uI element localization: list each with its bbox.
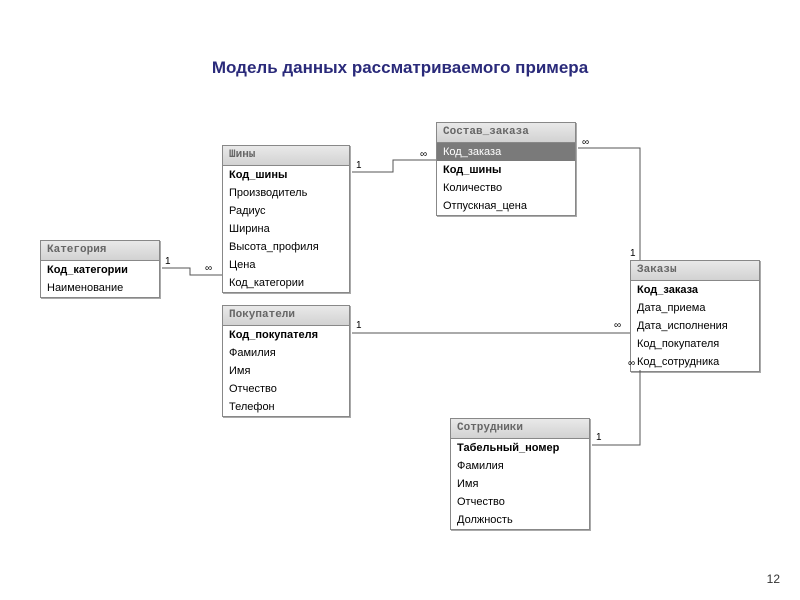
entity-kategoriya[interactable]: Категория Код_категории Наименование — [40, 240, 160, 298]
field-selected: Код_заказа — [437, 143, 575, 161]
entity-body: Код_покупателя Фамилия Имя Отчество Теле… — [222, 326, 350, 417]
field: Отпускная_цена — [437, 197, 575, 215]
entity-header: Категория — [40, 240, 160, 261]
field: Количество — [437, 179, 575, 197]
field-key: Код_шины — [223, 166, 349, 184]
entity-body: Табельный_номер Фамилия Имя Отчество Дол… — [450, 439, 590, 530]
field-key: Табельный_номер — [451, 439, 589, 457]
entity-header: Состав_заказа — [436, 122, 576, 143]
field: Должность — [451, 511, 589, 529]
field-key: Код_покупателя — [223, 326, 349, 344]
field: Дата_приема — [631, 299, 759, 317]
field: Дата_исполнения — [631, 317, 759, 335]
card-label: ∞ — [420, 149, 427, 160]
field: Ширина — [223, 220, 349, 238]
card-label: 1 — [356, 160, 362, 171]
er-diagram-canvas: Категория Код_категории Наименование Шин… — [0, 0, 800, 600]
card-label: ∞ — [582, 137, 589, 148]
card-label: 1 — [356, 320, 362, 331]
field-key: Код_заказа — [631, 281, 759, 299]
entity-sotrudniki[interactable]: Сотрудники Табельный_номер Фамилия Имя О… — [450, 418, 590, 530]
field: Фамилия — [223, 344, 349, 362]
field-key: Код_категории — [41, 261, 159, 279]
field: Код_категории — [223, 274, 349, 292]
entity-body: Код_заказа Код_шины Количество Отпускная… — [436, 143, 576, 216]
field: Радиус — [223, 202, 349, 220]
field: Имя — [451, 475, 589, 493]
card-label: ∞ — [205, 263, 212, 274]
entity-body: Код_шины Производитель Радиус Ширина Выс… — [222, 166, 350, 293]
field: Код_покупателя — [631, 335, 759, 353]
entity-shiny[interactable]: Шины Код_шины Производитель Радиус Ширин… — [222, 145, 350, 293]
field: Отчество — [223, 380, 349, 398]
field: Высота_профиля — [223, 238, 349, 256]
field: Наименование — [41, 279, 159, 297]
entity-header: Заказы — [630, 260, 760, 281]
entity-zakazy[interactable]: Заказы Код_заказа Дата_приема Дата_испол… — [630, 260, 760, 372]
field: Код_сотрудника — [631, 353, 759, 371]
card-label: ∞ — [614, 320, 621, 331]
card-label: 1 — [630, 248, 636, 259]
field: Отчество — [451, 493, 589, 511]
field: Цена — [223, 256, 349, 274]
entity-header: Сотрудники — [450, 418, 590, 439]
field: Телефон — [223, 398, 349, 416]
entity-header: Шины — [222, 145, 350, 166]
entity-sostav[interactable]: Состав_заказа Код_заказа Код_шины Количе… — [436, 122, 576, 216]
field: Имя — [223, 362, 349, 380]
entity-body: Код_заказа Дата_приема Дата_исполнения К… — [630, 281, 760, 372]
card-label: ∞ — [628, 358, 635, 369]
page-number: 12 — [767, 572, 780, 586]
entity-pokupateli[interactable]: Покупатели Код_покупателя Фамилия Имя От… — [222, 305, 350, 417]
entity-body: Код_категории Наименование — [40, 261, 160, 298]
card-label: 1 — [596, 432, 602, 443]
field: Производитель — [223, 184, 349, 202]
card-label: 1 — [165, 256, 171, 267]
field-key: Код_шины — [437, 161, 575, 179]
entity-header: Покупатели — [222, 305, 350, 326]
field: Фамилия — [451, 457, 589, 475]
